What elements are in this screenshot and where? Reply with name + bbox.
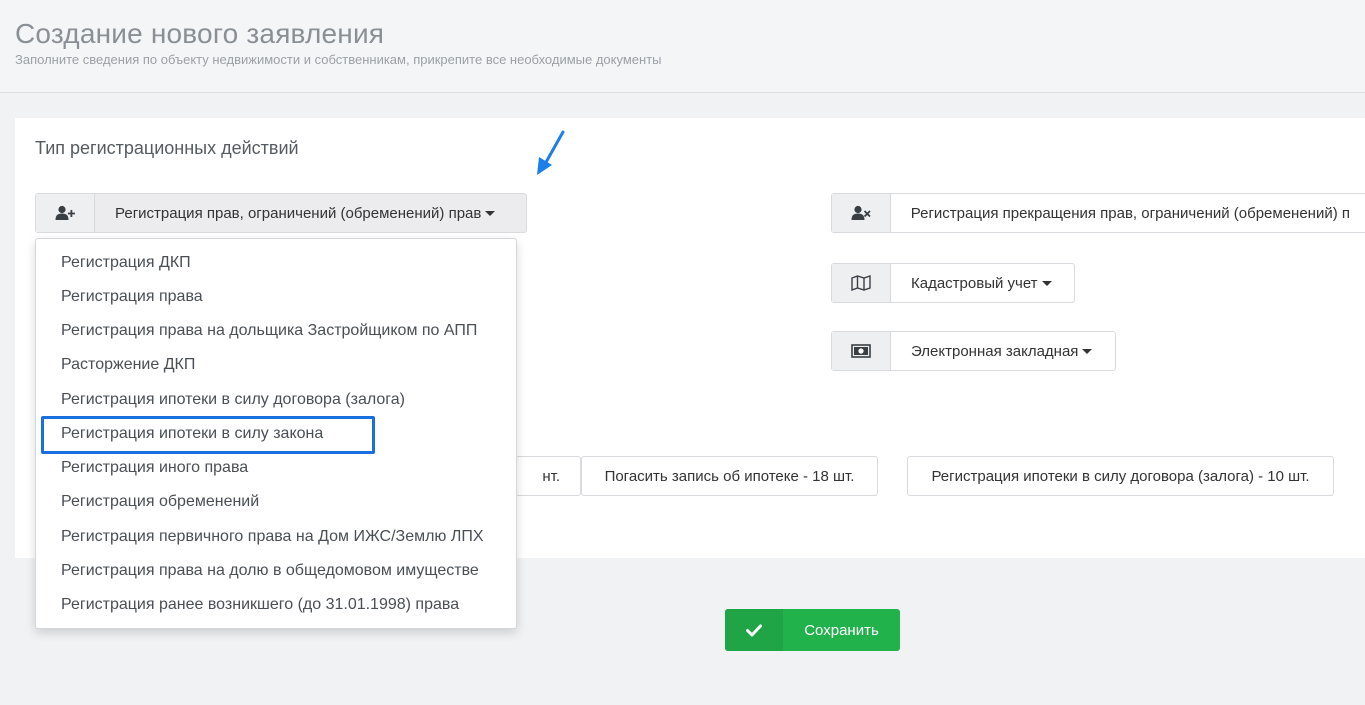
user-times-icon <box>832 194 891 232</box>
check-icon <box>725 609 783 651</box>
caret-down-icon <box>485 210 496 216</box>
register-termination-label: Регистрация прекращения прав, ограничени… <box>910 204 1350 222</box>
dropdown-item-primary-right[interactable]: Регистрация первичного права на Дом ИЖС/… <box>61 528 484 546</box>
section-title: Тип регистрационных действий <box>35 138 299 158</box>
electronic-mortgage-label: Электронная закладная <box>891 332 1112 370</box>
dropdown-item-encumbrance[interactable]: Регистрация обременений <box>61 493 259 511</box>
caret-down-icon <box>1082 348 1093 354</box>
dropdown-item-other-right[interactable]: Регистрация иного права <box>61 459 248 477</box>
caret-down-icon <box>1041 280 1052 286</box>
register-rights-dropdown-button[interactable]: Регистрация прав, ограничений (обременен… <box>35 193 527 233</box>
cadastral-label: Кадастровый учет <box>891 264 1072 302</box>
dropdown-item-right[interactable]: Регистрация права <box>61 288 203 306</box>
map-icon <box>832 264 891 302</box>
highlight-box <box>41 416 375 454</box>
dropdown-item-dkp[interactable]: Регистрация ДКП <box>61 254 191 272</box>
page-subtitle: Заполните сведения по объекту недвижимос… <box>15 52 662 67</box>
annotation-arrow-icon <box>537 130 565 175</box>
page-title: Создание нового заявления <box>15 18 385 49</box>
register-termination-dropdown-button[interactable]: Регистрация прекращения прав, ограничени… <box>831 193 1365 233</box>
cadastral-dropdown-button[interactable]: Кадастровый учет <box>831 263 1075 303</box>
money-icon <box>832 332 891 370</box>
user-plus-icon <box>36 194 95 232</box>
dropdown-item-earlier-right[interactable]: Регистрация ранее возникшего (до 31.01.1… <box>61 596 459 614</box>
page-header: Создание нового заявления Заполните свед… <box>0 0 1365 93</box>
dropdown-item-dkp-termination[interactable]: Расторжение ДКП <box>61 356 195 374</box>
save-label: Сохранить <box>804 621 879 639</box>
mortgage-contract-button[interactable]: Регистрация ипотеки в силу договора (зал… <box>907 456 1334 496</box>
repay-mortgage-button[interactable]: Погасить запись об ипотеке - 18 шт. <box>581 456 878 496</box>
dropdown-item-mortgage-contract[interactable]: Регистрация ипотеки в силу договора (зал… <box>61 391 405 409</box>
register-rights-label: Регистрация прав, ограничений (обременен… <box>95 194 515 232</box>
dropdown-item-shareholder[interactable]: Регистрация права на дольщика Застройщик… <box>61 322 477 340</box>
dropdown-item-common-property[interactable]: Регистрация права на долю в общедомовом … <box>61 562 479 580</box>
electronic-mortgage-dropdown-button[interactable]: Электронная закладная <box>831 331 1116 371</box>
save-button[interactable]: Сохранить <box>725 609 900 651</box>
